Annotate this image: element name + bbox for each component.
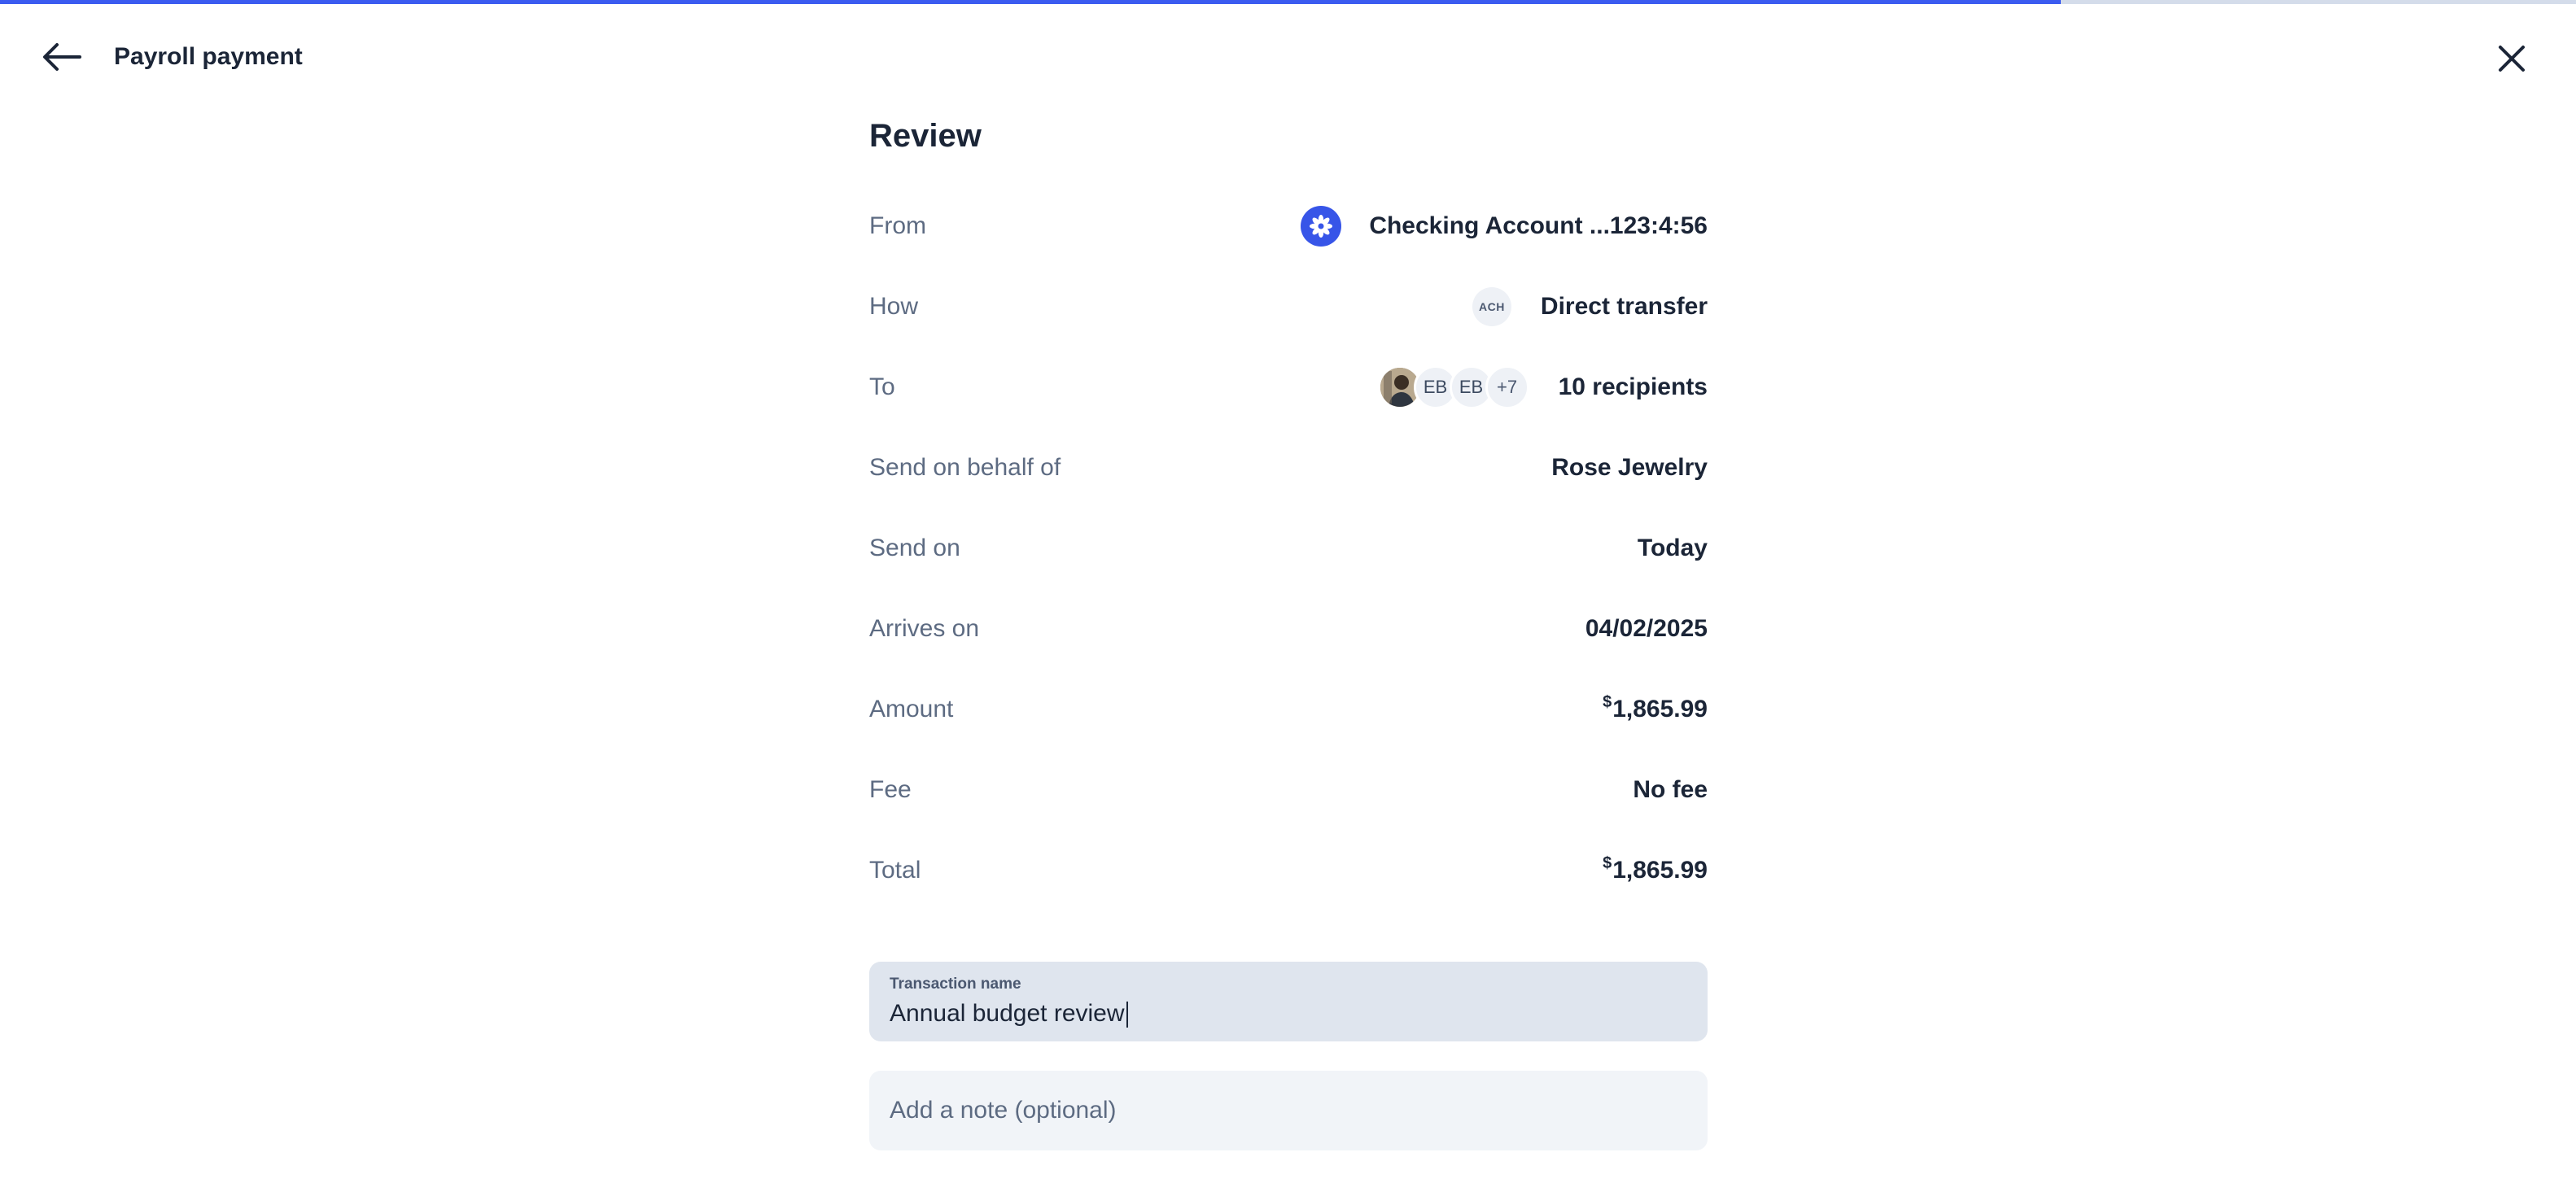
- row-label: Send on: [869, 534, 960, 561]
- transaction-name-label: Transaction name: [890, 976, 1021, 993]
- back-button[interactable]: [41, 36, 83, 78]
- row-value-group: Checking Account ...123:4:56: [1301, 205, 1708, 247]
- row-how: How ACH Direct transfer: [869, 266, 1708, 347]
- transaction-name-text: Annual budget review: [890, 1000, 1125, 1027]
- row-amount: Amount $ 1,865.99: [869, 669, 1708, 749]
- row-value-group: EB EB +7 10 recipients: [1377, 364, 1708, 409]
- total-value: $ 1,865.99: [1603, 854, 1708, 884]
- total-number: 1,865.99: [1612, 856, 1708, 884]
- ach-badge: ACH: [1472, 286, 1511, 326]
- from-account-value: Checking Account ...123:4:56: [1369, 212, 1708, 239]
- row-total: Total $ 1,865.99: [869, 830, 1708, 910]
- text-cursor: [1126, 1002, 1128, 1028]
- row-label: To: [869, 373, 895, 400]
- row-to: To EB EB +7 10 recipients: [869, 347, 1708, 427]
- fee-value: No fee: [1633, 775, 1708, 803]
- transfer-method-value: Direct transfer: [1540, 292, 1708, 320]
- recipient-avatars: EB EB +7: [1377, 364, 1529, 409]
- note-input[interactable]: [869, 1071, 1708, 1150]
- currency-symbol: $: [1603, 693, 1612, 711]
- row-arrives-on: Arrives on 04/02/2025: [869, 588, 1708, 669]
- row-label: Arrives on: [869, 614, 980, 642]
- page-title: Payroll payment: [114, 43, 303, 70]
- row-value-group: ACH Direct transfer: [1472, 286, 1708, 326]
- arrival-date-value: 04/02/2025: [1585, 614, 1708, 642]
- row-fee: Fee No fee: [869, 749, 1708, 830]
- row-label: Send on behalf of: [869, 453, 1061, 481]
- currency-symbol: $: [1603, 854, 1612, 872]
- row-label: Total: [869, 856, 921, 884]
- avatar-overflow-count: +7: [1485, 364, 1529, 409]
- close-icon: [2499, 46, 2525, 72]
- row-send-on-behalf-of: Send on behalf of Rose Jewelry: [869, 427, 1708, 508]
- row-from: From Checking Account ...123:4:56: [869, 186, 1708, 266]
- row-label: From: [869, 212, 926, 239]
- amount-number: 1,865.99: [1612, 695, 1708, 722]
- progress-bar-fill: [0, 0, 2061, 4]
- bank-flower-icon: [1301, 205, 1342, 247]
- review-heading: Review: [869, 118, 982, 154]
- transaction-name-input-value[interactable]: Annual budget review: [890, 997, 1687, 1030]
- behalf-of-value: Rose Jewelry: [1551, 453, 1708, 481]
- close-button[interactable]: [2494, 41, 2530, 76]
- recipients-count-value: 10 recipients: [1558, 373, 1708, 400]
- row-label: Fee: [869, 775, 912, 803]
- row-label: How: [869, 292, 919, 320]
- arrow-left-icon: [43, 43, 81, 71]
- transaction-name-field[interactable]: Transaction name Annual budget review: [869, 962, 1708, 1041]
- progress-bar: [0, 0, 2576, 4]
- review-panel: Review From Checking Account ...123:4:56…: [869, 111, 1708, 1150]
- row-label: Amount: [869, 695, 954, 722]
- row-send-on: Send on Today: [869, 508, 1708, 588]
- send-date-value: Today: [1637, 534, 1708, 561]
- amount-value: $ 1,865.99: [1603, 693, 1708, 723]
- review-details-list: From Checking Account ...123:4:56 How AC…: [869, 186, 1708, 910]
